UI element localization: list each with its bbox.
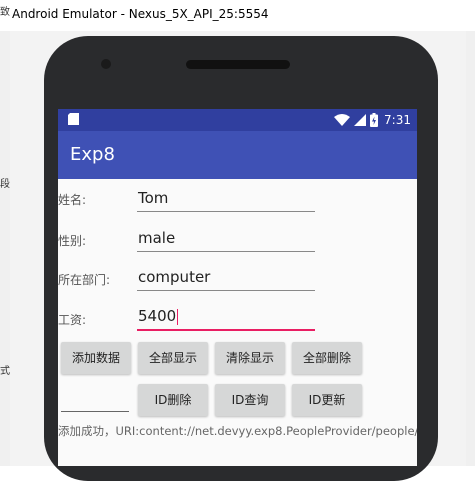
app-title: Exp8 xyxy=(70,144,115,165)
id-input[interactable] xyxy=(61,411,129,412)
wifi-icon xyxy=(334,114,351,126)
device-screen: 7:31 Exp8 姓名: Tom 性别: male 所在部门: compute… xyxy=(58,109,417,466)
department-label: 所在部门: xyxy=(58,273,111,287)
add-data-button[interactable]: 添加数据 xyxy=(61,342,131,374)
edge-glyph-middle: 段 xyxy=(0,179,10,190)
front-camera xyxy=(101,59,111,69)
battery-charging-icon xyxy=(370,113,379,127)
clear-display-button[interactable]: 清除显示 xyxy=(215,342,285,374)
name-field[interactable]: Tom xyxy=(137,187,315,212)
app-bar: Exp8 xyxy=(58,131,417,179)
update-by-id-button[interactable]: ID更新 xyxy=(292,384,362,416)
gender-label: 性别: xyxy=(58,234,87,248)
window-title: Android Emulator - Nexus_5X_API_25:5554 xyxy=(12,7,269,21)
left-host-edge xyxy=(0,31,10,466)
text-cursor xyxy=(177,308,179,325)
edge-glyph-top: 致 xyxy=(0,7,10,18)
cell-signal-icon xyxy=(354,114,367,126)
department-field[interactable]: computer xyxy=(137,266,315,291)
result-message: 添加成功，URI:content://net.devyy.exp8.People… xyxy=(58,424,417,438)
show-all-button[interactable]: 全部显示 xyxy=(138,342,208,374)
emulator-title-bar: Android Emulator - Nexus_5X_API_25:5554 xyxy=(0,0,475,32)
salary-label: 工资: xyxy=(58,313,87,327)
salary-field[interactable]: 5400 xyxy=(137,305,315,331)
right-host-edge xyxy=(466,31,475,466)
delete-by-id-button[interactable]: ID删除 xyxy=(138,384,208,416)
delete-all-button[interactable]: 全部删除 xyxy=(292,342,362,374)
earpiece-speaker xyxy=(186,60,290,69)
gender-value: male xyxy=(138,229,176,247)
salary-value-wrap: 5400 xyxy=(138,307,179,325)
status-icons: 7:31 xyxy=(334,112,411,128)
department-value: computer xyxy=(138,268,211,286)
name-label: 姓名: xyxy=(58,193,87,207)
name-value: Tom xyxy=(138,189,169,207)
status-bar: 7:31 xyxy=(58,109,417,131)
salary-value: 5400 xyxy=(138,307,177,325)
query-by-id-button[interactable]: ID查询 xyxy=(215,384,285,416)
edge-glyph-lower: 式 xyxy=(0,366,10,377)
clock: 7:31 xyxy=(384,113,411,127)
gender-field[interactable]: male xyxy=(137,227,315,252)
sd-card-icon xyxy=(68,113,79,125)
